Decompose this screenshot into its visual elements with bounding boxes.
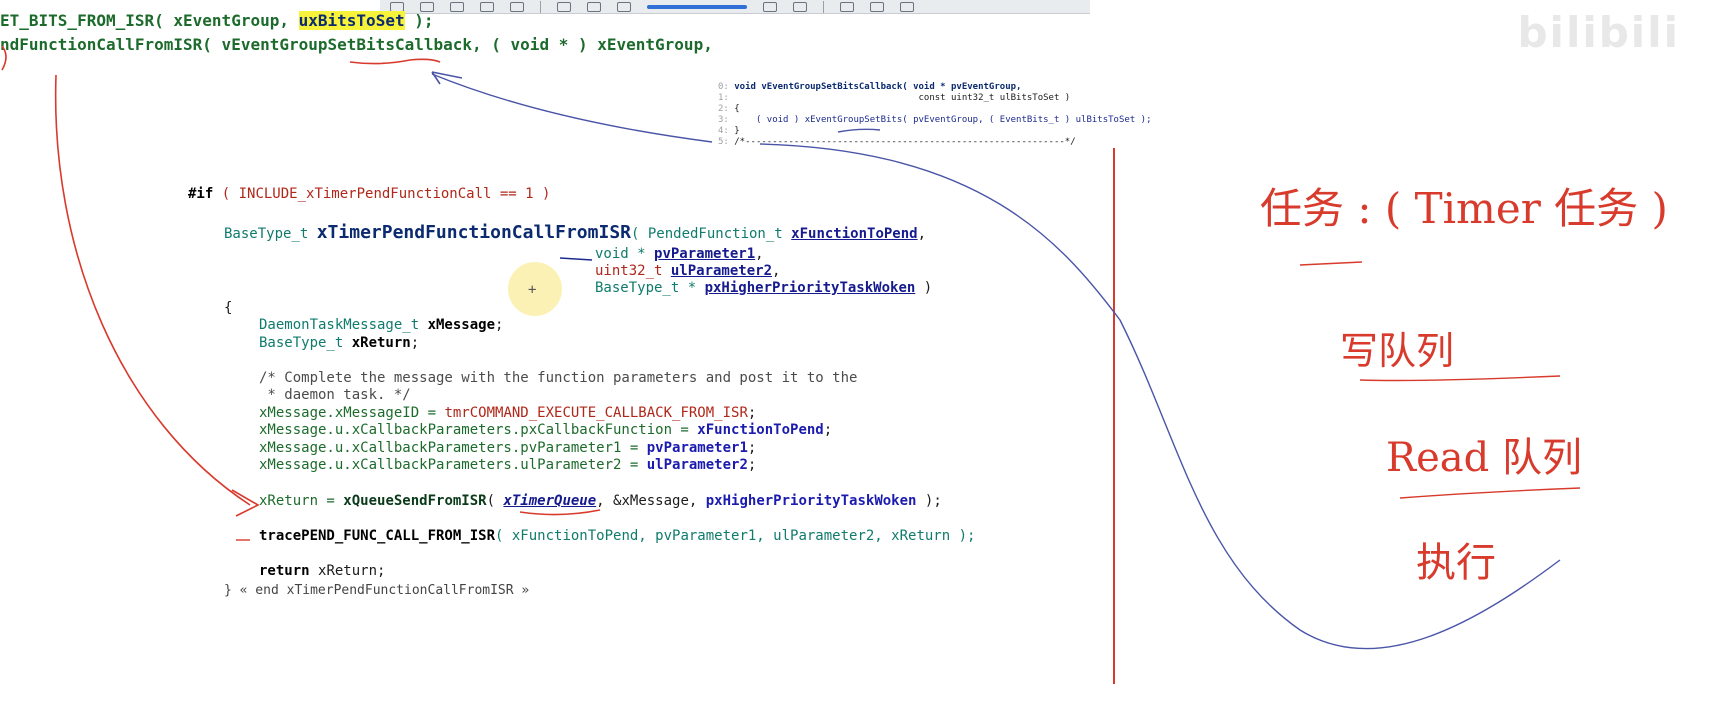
- note-underlines: [1299, 261, 1581, 499]
